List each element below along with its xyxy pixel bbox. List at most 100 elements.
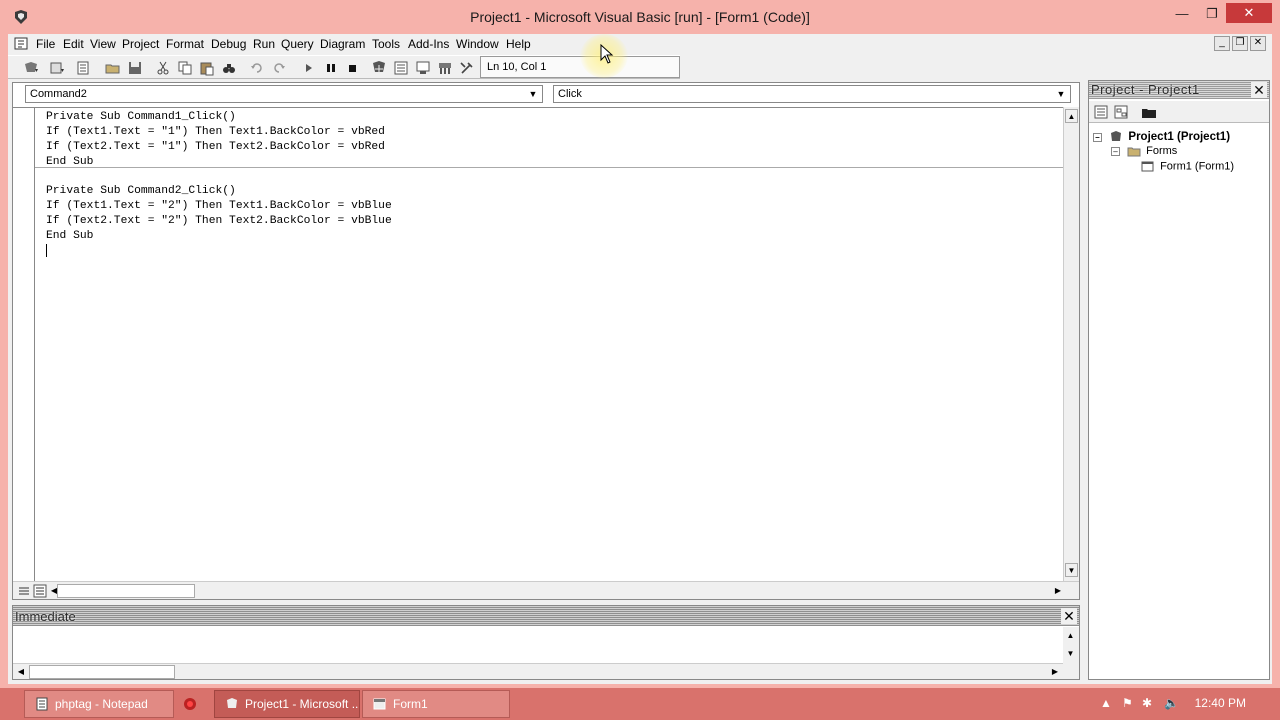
project-explorer-icon[interactable] (370, 59, 388, 77)
system-clock[interactable]: 12:40 PM (1195, 696, 1246, 710)
scroll-left-icon[interactable]: ◀ (15, 665, 27, 679)
procedure-combo[interactable]: Click ▼ (553, 85, 1071, 103)
collapse-icon[interactable]: – (1093, 132, 1102, 142)
properties-window-icon[interactable] (392, 59, 410, 77)
undo-icon[interactable] (248, 59, 266, 77)
object-combo[interactable]: Command2 ▼ (25, 85, 543, 103)
view-object-icon[interactable] (1113, 104, 1129, 120)
scrollbar-thumb[interactable] (57, 584, 195, 598)
close-button[interactable]: ✕ (1226, 3, 1272, 23)
close-icon[interactable]: ✕ (1061, 608, 1077, 624)
margin-indicator-bar[interactable] (13, 108, 35, 582)
code-line[interactable]: If (Text1.Text = "2") Then Text1.BackCol… (46, 200, 392, 212)
code-editor[interactable]: Private Sub Command1_Click() If (Text1.T… (13, 107, 1063, 582)
code-horizontal-scrollbar[interactable]: ◀ ▶ (13, 581, 1079, 599)
tree-project-root[interactable]: – Project1 (Project1) (1093, 130, 1230, 144)
taskbar-notepad-button[interactable]: phptag - Notepad (24, 690, 174, 718)
toolbox-icon[interactable] (458, 59, 476, 77)
menu-edit[interactable]: Edit (63, 37, 84, 51)
menu-diagram[interactable]: Diagram (320, 37, 365, 51)
code-window: Command2 ▼ Click ▼ Private Sub Command1_… (12, 82, 1080, 600)
add-form-icon[interactable] (48, 59, 66, 77)
menu-file[interactable]: File (36, 37, 55, 51)
record-icon[interactable] (182, 696, 198, 712)
chevron-down-icon[interactable]: ▼ (1054, 87, 1068, 101)
mouse-pointer-icon (600, 44, 614, 64)
scroll-right-icon[interactable]: ▶ (1049, 665, 1061, 679)
chevron-down-icon[interactable]: ▼ (526, 87, 540, 101)
scroll-down-icon[interactable]: ▼ (1064, 647, 1077, 661)
mdi-restore-button[interactable]: ❐ (1232, 36, 1248, 51)
close-icon[interactable]: ✕ (1251, 82, 1267, 98)
mdi-controls: _ ❐ ✕ (1214, 36, 1266, 52)
immediate-window: Immediate ✕ ▲ ▼ ◀ ▶ (12, 605, 1080, 680)
mdi-close-button[interactable]: ✕ (1250, 36, 1266, 51)
tree-forms-folder[interactable]: – Forms (1111, 145, 1177, 157)
tree-form1-item[interactable]: Form1 (Form1) (1141, 160, 1234, 173)
window-title: Project1 - Microsoft Visual Basic [run] … (470, 9, 810, 25)
open-project-icon[interactable] (104, 59, 122, 77)
title-bar[interactable]: Project1 - Microsoft Visual Basic [run] … (0, 0, 1280, 34)
immediate-horizontal-scrollbar[interactable]: ◀ ▶ (13, 663, 1063, 679)
project-explorer-title-bar[interactable]: Project - Project1 ✕ (1089, 81, 1269, 99)
menu-project[interactable]: Project (122, 37, 159, 51)
notepad-icon (36, 697, 48, 711)
menu-tools[interactable]: Tools (372, 37, 400, 51)
tree-forms-label: Forms (1146, 145, 1178, 157)
mdi-minimize-button[interactable]: _ (1214, 36, 1230, 51)
code-window-icon[interactable] (14, 36, 30, 52)
view-code-icon[interactable] (1093, 104, 1109, 120)
code-line[interactable]: Private Sub Command1_Click() (46, 111, 236, 123)
scrollbar-thumb[interactable] (29, 665, 175, 679)
code-line[interactable]: End Sub (46, 230, 93, 242)
scroll-up-icon[interactable]: ▲ (1065, 109, 1078, 123)
immediate-vertical-scrollbar[interactable]: ▲ ▼ (1063, 627, 1079, 679)
full-module-view-icon[interactable] (33, 584, 47, 598)
toggle-folders-icon[interactable] (1141, 104, 1157, 120)
menu-debug[interactable]: Debug (211, 37, 246, 51)
cut-icon[interactable] (154, 59, 172, 77)
paste-icon[interactable] (198, 59, 216, 77)
code-vertical-scrollbar[interactable]: ▲ ▼ (1063, 107, 1079, 581)
menu-run[interactable]: Run (253, 37, 275, 51)
menu-view[interactable]: View (90, 37, 116, 51)
start-icon[interactable] (300, 59, 318, 77)
form-icon (1141, 161, 1154, 172)
redo-icon[interactable] (270, 59, 288, 77)
taskbar-vb-button[interactable]: Project1 - Microsoft ... (214, 690, 360, 718)
immediate-window-title-bar[interactable]: Immediate ✕ (13, 606, 1079, 626)
menu-window[interactable]: Window (456, 37, 499, 51)
menu-help[interactable]: Help (506, 37, 531, 51)
copy-icon[interactable] (176, 59, 194, 77)
volume-icon[interactable]: 🔈 (1164, 696, 1179, 710)
menu-editor-icon[interactable] (74, 59, 92, 77)
code-line[interactable]: If (Text1.Text = "1") Then Text1.BackCol… (46, 126, 385, 138)
minimize-button[interactable]: — (1168, 6, 1196, 24)
action-center-flag-icon[interactable]: ⚑ (1122, 696, 1133, 710)
taskbar-form1-label: Form1 (393, 697, 428, 711)
collapse-icon[interactable]: – (1111, 146, 1120, 156)
menu-add-ins[interactable]: Add-Ins (408, 37, 449, 51)
project-icon (1111, 131, 1122, 141)
menu-query[interactable]: Query (281, 37, 314, 51)
scroll-right-icon[interactable]: ▶ (1051, 584, 1065, 598)
code-line[interactable]: If (Text2.Text = "1") Then Text2.BackCol… (46, 141, 385, 153)
object-browser-icon[interactable] (436, 59, 454, 77)
break-icon[interactable] (322, 59, 340, 77)
form-layout-icon[interactable] (414, 59, 432, 77)
scroll-down-icon[interactable]: ▼ (1065, 563, 1078, 577)
end-icon[interactable] (344, 59, 362, 77)
show-hidden-icons-icon[interactable]: ▲ (1100, 696, 1112, 710)
scroll-up-icon[interactable]: ▲ (1064, 629, 1077, 643)
network-icon[interactable]: ✱ (1142, 696, 1152, 710)
procedure-view-icon[interactable] (17, 584, 31, 598)
find-icon[interactable] (220, 59, 238, 77)
code-line[interactable]: If (Text2.Text = "2") Then Text2.BackCol… (46, 215, 392, 227)
form-icon (373, 698, 386, 710)
menu-format[interactable]: Format (166, 37, 204, 51)
save-project-icon[interactable] (126, 59, 144, 77)
code-line[interactable]: Private Sub Command2_Click() (46, 185, 236, 197)
add-project-icon[interactable] (22, 59, 40, 77)
taskbar-form1-button[interactable]: Form1 (362, 690, 510, 718)
restore-button[interactable]: ❐ (1198, 6, 1226, 24)
